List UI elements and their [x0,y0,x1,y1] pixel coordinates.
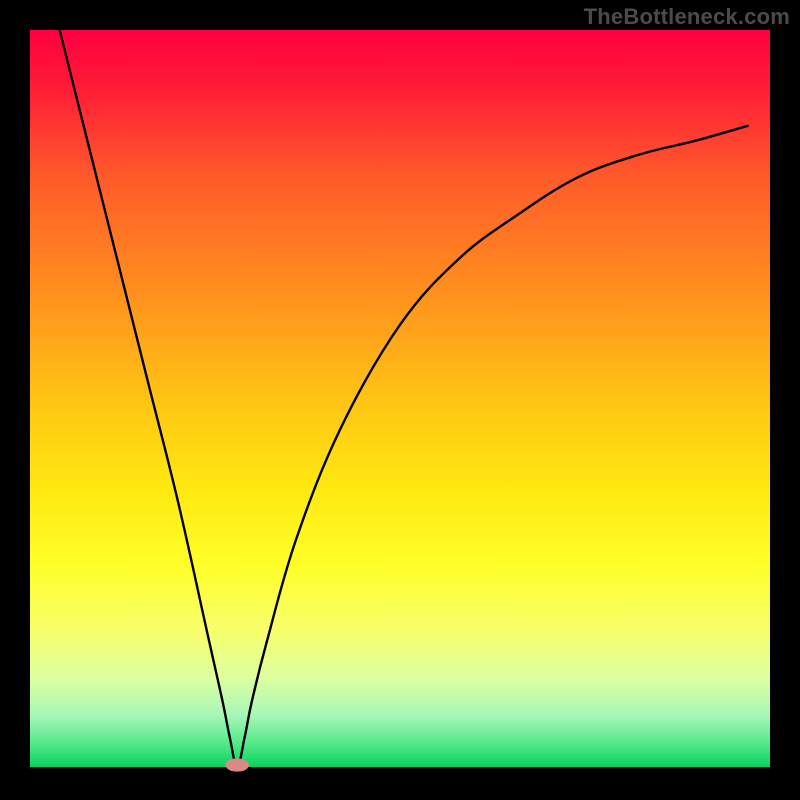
chart-container: TheBottleneck.com [0,0,800,800]
plot-area [30,30,770,767]
minimum-marker [225,758,249,771]
watermark-text: TheBottleneck.com [584,4,790,30]
chart-svg [0,0,800,800]
